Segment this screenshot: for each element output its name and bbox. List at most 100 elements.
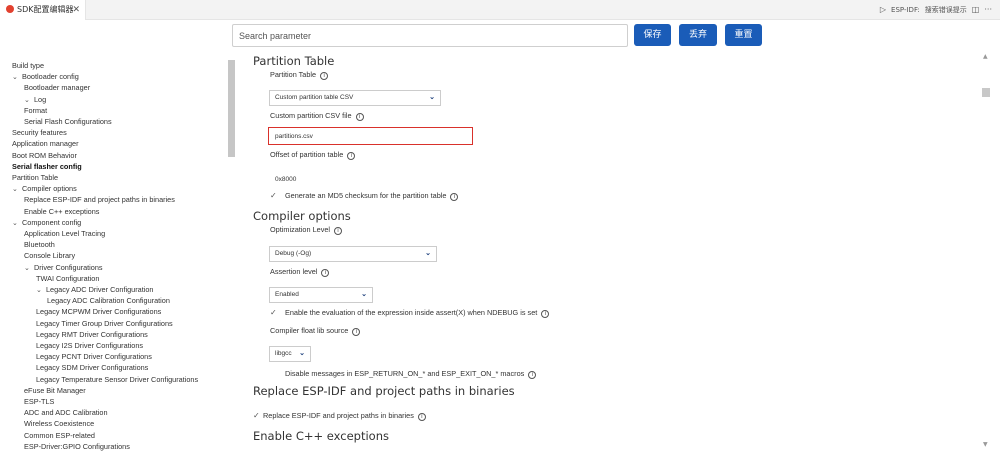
ndebug-checkbox[interactable]: ✓ (270, 308, 279, 317)
assertion-level-select[interactable]: Enabled ⌄ (269, 287, 373, 303)
info-icon[interactable]: i (417, 413, 426, 421)
md5-label: Generate an MD5 checksum for the partiti… (285, 191, 447, 200)
sidebar-item[interactable]: Console Library (24, 251, 75, 261)
sidebar-item[interactable]: ESP-TLS (24, 397, 54, 407)
sidebar-item[interactable]: Legacy Temperature Sensor Driver Configu… (36, 375, 198, 385)
disable-messages-label: Disable messages in ESP_RETURN_ON_* and … (285, 369, 525, 378)
discard-button[interactable]: 丢弃 (679, 24, 717, 46)
sidebar-item[interactable]: Security features (12, 128, 67, 138)
chevron-down-icon[interactable]: ⌄ (12, 185, 22, 195)
chevron-down-icon[interactable]: ⌄ (36, 286, 46, 296)
float-lib-select[interactable]: libgcc ⌄ (269, 346, 311, 362)
sidebar-item[interactable]: ⌄ Compiler options (12, 184, 77, 195)
editor-tab-bar: SDK配置编辑器 ✕ ▷ ESP-IDF: 搜索错误提示 ◫ ··· (0, 0, 1000, 20)
sidebar-item-label: Legacy Timer Group Driver Configurations (36, 318, 173, 328)
sidebar-item[interactable]: Build type (12, 61, 44, 71)
sidebar-item[interactable]: Wireless Coexistence (24, 419, 94, 429)
sidebar-item[interactable]: Serial Flash Configurations (24, 117, 112, 127)
sidebar-item[interactable]: Common ESP-related (24, 431, 95, 441)
custom-csv-input[interactable]: partitions.csv (268, 127, 473, 145)
info-icon[interactable]: i (450, 193, 459, 201)
sidebar-item[interactable]: Bluetooth (24, 240, 55, 250)
scroll-down-arrow-icon[interactable]: ▼ (983, 441, 988, 448)
ndebug-checkbox-row[interactable]: ✓ Enable the evaluation of the expression… (270, 308, 550, 318)
sidebar-item[interactable]: Format (24, 106, 47, 116)
sidebar-item[interactable]: Legacy ADC Calibration Configuration (47, 296, 170, 306)
sidebar-item[interactable]: Legacy PCNT Driver Configurations (36, 352, 152, 362)
sidebar-item[interactable]: Legacy MCPWM Driver Configurations (36, 307, 161, 317)
sidebar-item[interactable]: Enable C++ exceptions (24, 207, 99, 217)
esp-idf-label[interactable]: ESP-IDF: (891, 0, 920, 20)
sidebar-item-label: TWAI Configuration (36, 273, 100, 283)
info-icon[interactable]: i (352, 328, 361, 336)
info-icon[interactable]: i (347, 152, 356, 160)
sidebar-item[interactable]: ⌄ Component config (12, 218, 81, 229)
sidebar-item-label: Legacy ADC Driver Configuration (46, 285, 154, 294)
scroll-up-arrow-icon[interactable]: ▲ (983, 53, 988, 60)
split-editor-icon[interactable]: ◫ (972, 0, 980, 20)
info-icon[interactable]: i (528, 371, 537, 379)
custom-csv-label: Custom partition CSV file i (270, 111, 364, 121)
chevron-down-icon[interactable]: ⌄ (24, 96, 34, 106)
sidebar-item-label: Legacy I2S Driver Configurations (36, 341, 144, 350)
sidebar-item[interactable]: Legacy I2S Driver Configurations (36, 341, 143, 351)
main-scrollbar[interactable] (982, 88, 990, 97)
partition-table-label: Partition Table i (270, 70, 329, 80)
info-icon[interactable]: i (355, 113, 364, 121)
sidebar-item[interactable]: Replace ESP-IDF and project paths in bin… (24, 195, 175, 205)
sidebar-item[interactable]: ⌄ Log (24, 95, 46, 106)
reset-button[interactable]: 重置 (725, 24, 762, 46)
sidebar-item[interactable]: Bootloader manager (24, 83, 90, 93)
more-actions-icon[interactable]: ··· (984, 0, 992, 20)
partition-table-label-text: Partition Table (270, 70, 317, 79)
md5-checkbox-row[interactable]: ✓ Generate an MD5 checksum for the partit… (270, 191, 459, 201)
optimization-level-select[interactable]: Debug (-Og) ⌄ (269, 246, 437, 262)
sidebar-item[interactable]: ⌄ Bootloader config (12, 72, 79, 83)
sidebar-item[interactable]: Boot ROM Behavior (12, 151, 77, 161)
search-error-hint-button[interactable]: 搜索错误提示 (925, 0, 967, 20)
save-button[interactable]: 保存 (634, 24, 671, 46)
sidebar-item[interactable]: eFuse Bit Manager (24, 386, 86, 396)
sidebar-item-label: ESP-TLS (24, 397, 55, 406)
sidebar-scrollbar[interactable] (228, 60, 235, 157)
info-icon[interactable]: i (334, 227, 343, 235)
chevron-down-icon[interactable]: ⌄ (24, 264, 34, 274)
sidebar-item[interactable]: ADC and ADC Calibration (24, 408, 108, 418)
info-icon[interactable]: i (320, 72, 329, 80)
disable-messages-checkbox[interactable] (270, 367, 279, 376)
replace-paths-checkbox-row[interactable]: ✓ Replace ESP-IDF and project paths in bi… (253, 411, 426, 421)
sidebar-item[interactable]: ⌄ Driver Configurations (24, 263, 103, 274)
config-tree-sidebar: Build type ⌄ Bootloader config Bootloader m… (0, 57, 228, 457)
chevron-down-icon: ⌄ (299, 350, 305, 357)
float-lib-value: libgcc (275, 350, 292, 357)
sidebar-item[interactable]: Serial flasher config (12, 162, 82, 172)
info-icon[interactable]: i (541, 310, 550, 318)
chevron-down-icon: ⌄ (429, 94, 435, 101)
disable-messages-checkbox-row[interactable]: Disable messages in ESP_RETURN_ON_* and … (270, 367, 537, 379)
sidebar-item-label: Application manager (12, 139, 79, 149)
chevron-down-icon[interactable]: ⌄ (12, 219, 22, 229)
sidebar-item[interactable]: Legacy SDM Driver Configurations (36, 363, 148, 373)
run-icon[interactable]: ▷ (880, 0, 886, 20)
sidebar-item[interactable]: Application Level Tracing (24, 229, 105, 239)
md5-checkbox[interactable]: ✓ (270, 191, 279, 200)
sidebar-item[interactable]: Partition Table (12, 173, 58, 183)
replace-paths-checkbox[interactable]: ✓ (253, 411, 262, 420)
sidebar-item-label: eFuse Bit Manager (24, 385, 86, 395)
sidebar-item[interactable]: ESP-Driver:GPIO Configurations (24, 442, 130, 452)
sidebar-item[interactable]: ⌄ Legacy ADC Driver Configuration (36, 285, 153, 296)
sidebar-item-label: Legacy PCNT Driver Configurations (36, 352, 152, 362)
tab-sdk-config-editor[interactable]: SDK配置编辑器 ✕ (0, 0, 86, 20)
sidebar-item[interactable]: Legacy RMT Driver Configurations (36, 330, 148, 340)
partition-offset-label: Offset of partition table i (270, 150, 356, 160)
partition-offset-input[interactable]: 0x8000 (268, 170, 473, 188)
sidebar-item[interactable]: Legacy Timer Group Driver Configurations (36, 319, 173, 329)
sidebar-item[interactable]: Application manager (12, 139, 79, 149)
info-icon[interactable]: i (321, 269, 330, 277)
sidebar-item[interactable]: TWAI Configuration (36, 274, 99, 284)
partition-offset-label-text: Offset of partition table (270, 150, 344, 159)
chevron-down-icon[interactable]: ⌄ (12, 73, 22, 83)
search-input[interactable] (232, 24, 628, 47)
close-icon[interactable]: ✕ (72, 0, 80, 20)
partition-table-select[interactable]: Custom partition table CSV ⌄ (269, 90, 441, 106)
